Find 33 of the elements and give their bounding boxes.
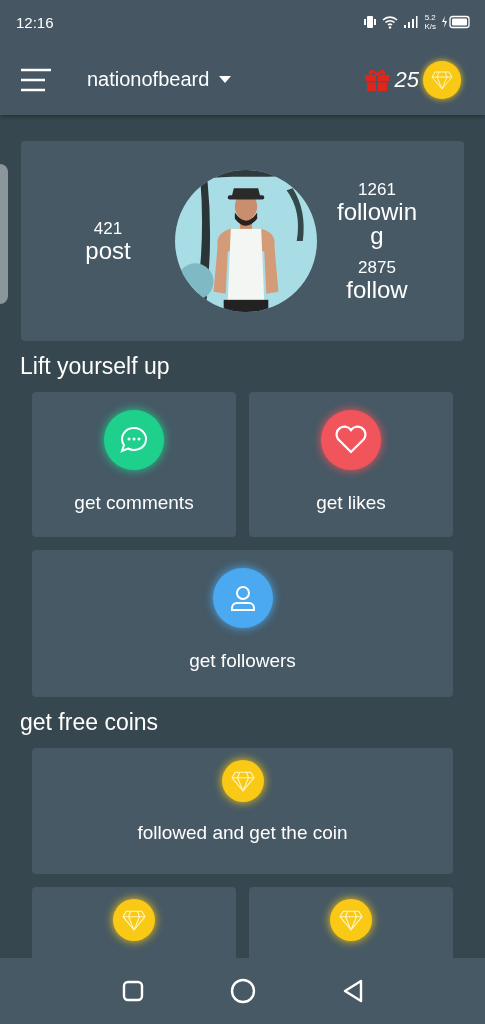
gift-icon (363, 68, 390, 91)
action-card[interactable]: get comments (32, 392, 236, 537)
recent-apps-button[interactable] (121, 980, 144, 1002)
stat-value: 2875 (358, 258, 396, 278)
diamond-icon (431, 69, 453, 90)
diamond-coin-icon (113, 899, 155, 941)
diamond-coin-icon (330, 899, 372, 941)
wifi-icon (382, 15, 399, 29)
stat-label: follow (345, 278, 409, 302)
stat-label: following (335, 200, 418, 248)
person-icon (212, 568, 273, 628)
speed-value: 5.2 (424, 13, 436, 22)
action-card[interactable]: followed and get the coin (32, 748, 453, 874)
back-button[interactable] (341, 979, 364, 1003)
action-card[interactable]: get followers (32, 550, 453, 697)
diamond-coin-icon (221, 760, 264, 802)
stat-label: post (85, 239, 131, 263)
username-dropdown[interactable]: nationofbeard (87, 68, 232, 91)
action-card[interactable]: get likes (249, 392, 453, 537)
caret-icon (219, 75, 232, 84)
vibrate-icon (363, 15, 378, 29)
status-time: 12:16 (16, 13, 54, 31)
stat-value: 421 (93, 219, 123, 239)
home-button[interactable] (229, 978, 256, 1004)
speed-unit: K/s (424, 22, 436, 31)
section-title: get free coins (20, 709, 160, 736)
section-title: Lift yourself up (20, 353, 171, 380)
battery-charging-icon (441, 15, 471, 29)
stat-value: 1261 (358, 180, 396, 200)
comment-icon (104, 410, 164, 470)
coin-count: 25 (394, 66, 419, 93)
coin-button[interactable] (423, 60, 461, 99)
signal-icon (403, 15, 420, 29)
